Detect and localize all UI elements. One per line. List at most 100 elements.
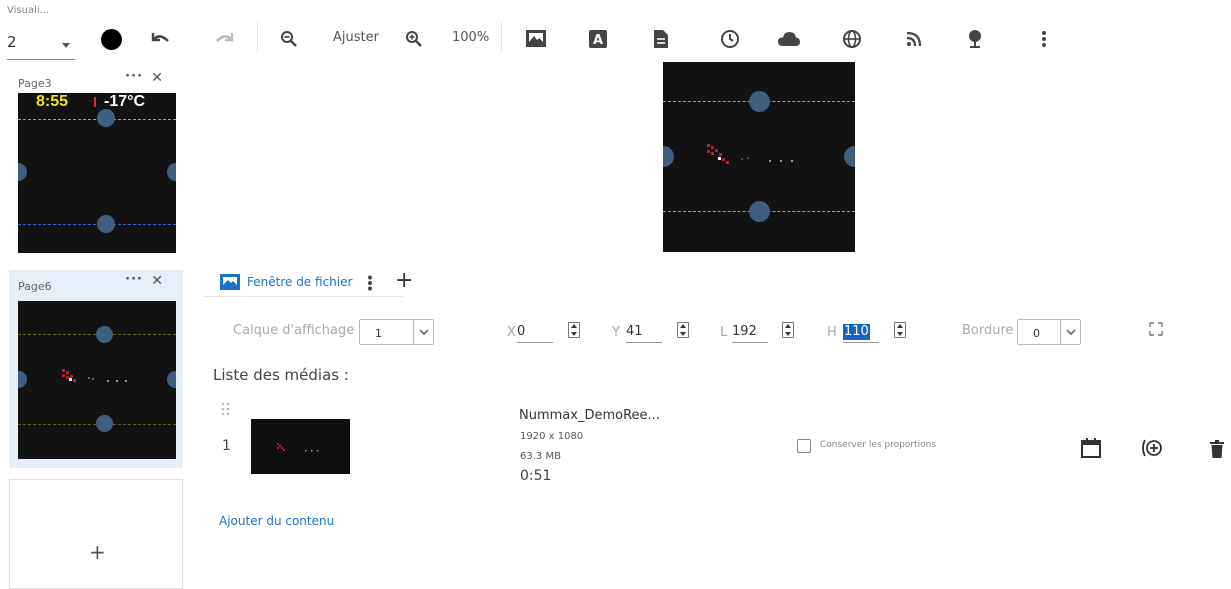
add-tab-button[interactable]: + [395,268,413,293]
page-card[interactable]: Page3 ··· ✕ 8:55 -17°C [9,67,183,267]
resize-handle[interactable] [749,91,770,112]
text-icon: A [589,30,607,48]
resize-handle[interactable] [167,163,176,181]
redo-icon [216,33,234,42]
y-input[interactable]: 41 [626,321,662,343]
tab-underline [203,296,403,297]
media-index: 1 [222,438,231,454]
page-header: Page6 ··· ✕ [9,270,183,296]
fullscreen-icon [1149,322,1163,336]
width-label: L [720,325,728,340]
add-content-link[interactable]: Ajouter du contenu [219,514,334,528]
x-label: X [507,325,516,340]
more-vertical-icon [1042,31,1046,47]
map-window-button[interactable] [961,26,989,52]
plus-icon: + [89,540,106,564]
media-thumbnail[interactable] [251,419,350,474]
clock-text: 8:55 [36,93,69,110]
width-stepper[interactable] [782,322,794,338]
video-frame-icon [707,144,793,164]
layer-label: Calque d'affichage [233,323,355,338]
keep-ratio-checkbox[interactable] [797,439,811,453]
resize-handle[interactable] [96,415,113,432]
visual-select[interactable]: 2 [7,22,75,60]
toolbar: Visuali... 2 Ajuster 100% A [0,0,1231,62]
resize-handle[interactable] [96,326,113,343]
zoom-level[interactable]: 100% [452,30,489,45]
add-media-button[interactable] [1140,438,1164,458]
media-name: Nummax_DemoRee... [519,408,660,423]
height-stepper[interactable] [894,322,906,338]
border-select[interactable]: 0 [1017,319,1081,345]
media-list-title: Liste des médias : [213,366,349,384]
screen-preview[interactable] [663,62,855,252]
rss-icon [906,31,922,47]
resize-handle[interactable] [97,109,115,127]
chevron-down-icon [62,43,70,48]
calendar-icon [1081,438,1101,458]
more-vertical-icon [368,275,372,291]
x-input[interactable]: 0 [517,321,553,343]
resize-handle[interactable] [18,371,27,388]
height-input[interactable]: 110 [843,321,879,343]
chevron-down-icon [413,320,433,344]
close-icon[interactable]: ✕ [151,273,163,289]
visual-select-value: 2 [7,33,17,51]
height-input-value: 110 [843,324,870,340]
resize-handle[interactable] [844,146,855,167]
resize-handle[interactable] [749,201,770,222]
page-header: Page3 ··· ✕ [9,67,183,93]
page-thumbnail[interactable] [18,301,176,459]
web-window-button[interactable] [838,26,866,52]
temperature-text: -17°C [104,93,146,110]
weather-window-button[interactable] [775,26,803,52]
text-window-button[interactable]: A [584,26,612,52]
image-gallery-icon [220,274,240,290]
height-label: H [827,325,837,340]
undo-icon [151,33,169,42]
tree-icon [969,30,981,48]
layer-select[interactable]: 1 [359,319,434,345]
svg-text:A: A [593,33,603,48]
resize-handle[interactable] [663,146,674,167]
cloud-icon [778,32,800,46]
add-circle-icon [1142,439,1162,457]
schedule-button[interactable] [1081,438,1101,458]
video-frame-icon [277,443,319,452]
x-stepper[interactable] [568,322,580,338]
border-label: Bordure [962,323,1014,338]
drag-handle[interactable] [221,402,231,416]
more-options-button[interactable] [1030,26,1058,52]
add-page-button[interactable]: + [9,479,183,589]
rss-window-button[interactable] [900,26,928,52]
page-menu-button[interactable]: ··· [125,69,143,84]
page-card-active[interactable]: Page6 ··· ✕ [9,270,183,468]
resize-handle[interactable] [167,371,176,388]
redo-button[interactable] [211,26,239,52]
color-circle-icon [100,28,122,50]
fullscreen-button[interactable] [1149,322,1163,336]
undo-button[interactable] [146,26,174,52]
page-menu-button[interactable]: ··· [125,272,143,287]
chevron-down-icon [1060,320,1080,344]
resize-handle[interactable] [18,163,27,181]
close-icon[interactable]: ✕ [151,70,163,86]
zoom-in-button[interactable] [400,26,428,52]
layer-select-value: 1 [375,327,382,340]
document-window-button[interactable] [647,26,675,52]
page-thumbnail[interactable]: 8:55 -17°C [18,93,176,253]
y-stepper[interactable] [677,322,689,338]
delete-media-button[interactable] [1210,440,1224,458]
resize-handle[interactable] [97,215,115,233]
zoom-out-button[interactable] [275,26,303,52]
clock-window-button[interactable] [716,26,744,52]
page-name: Page6 [18,280,52,293]
keep-ratio-label: Conserver les proportions [820,440,937,450]
tab-menu-button[interactable] [367,275,373,291]
color-picker-button[interactable] [97,26,125,52]
video-frame-icon [62,369,127,382]
fit-button[interactable]: Ajuster [333,30,379,45]
media-window-button[interactable] [522,26,550,52]
zoom-in-icon [406,31,422,47]
width-input[interactable]: 192 [732,321,768,343]
